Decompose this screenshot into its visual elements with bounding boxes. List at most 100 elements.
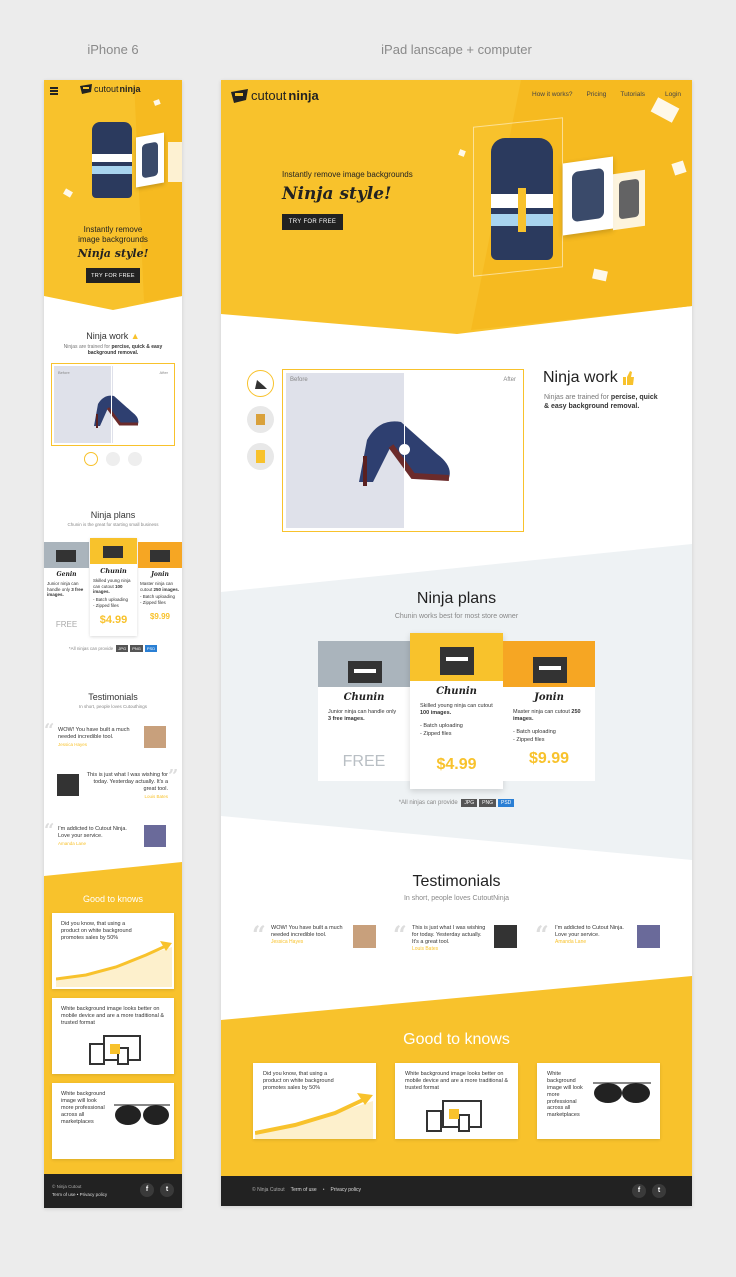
plans-subtitle: Chunin is the great for starting small b… [67,522,159,527]
plan-desc-bold: 3 free images. [328,716,365,722]
knows-text: White background image will look more pr… [61,1091,106,1125]
testimonial-text: I'm addicted to Cutout Ninja. Love your … [555,925,624,938]
knows-card-1: Did you know, that using a product on wh… [52,913,174,989]
testimonial-text: WOW! You have built a much needed incred… [271,925,343,938]
testimonial-author: Amanda Lane [58,841,87,846]
desktop-label: iPad lanscape + computer [381,42,532,57]
format-badge-png: PNG [130,645,143,652]
before-after-viewer[interactable]: Before After [51,363,175,446]
plan-card-chunin[interactable]: Chunin Skilled young ninja can cutout 10… [90,538,137,636]
testimonial-3: I'm addicted to Cutout Ninja. Love your … [555,925,629,946]
format-badge-jpg: JPG [116,645,129,652]
facebook-icon[interactable]: f [140,1183,154,1197]
brand-logo[interactable]: cutout ninja [231,88,319,103]
hero-slogan: Ninja style! [282,184,392,204]
thumb-shoe[interactable] [84,452,98,466]
work-title: Ninja work ▲ [44,331,182,341]
try-free-button[interactable]: TRY FOR FREE [86,268,140,283]
plan-desc-pre: Skilled young ninja can cutout [420,703,493,709]
facebook-icon[interactable]: f [632,1184,646,1198]
backpack-image [491,138,553,260]
terms-link[interactable]: Term of use [291,1187,317,1193]
growth-chart-icon [255,1093,373,1139]
quote-icon: “ [535,920,549,949]
footer-copy: © Ninja Cutout [252,1187,285,1193]
twitter-icon[interactable]: t [160,1183,174,1197]
quote-icon: “ [393,920,407,949]
footer: © Ninja Cutout Term of use • Privacy pol… [44,1174,182,1208]
knows-card-3: White background image will look more pr… [537,1063,660,1139]
plan-card-jonin[interactable]: Jonin Master ninja can cutout 250 images… [138,542,182,657]
formats-label: *All ninjas can provide [68,646,114,651]
thumb-backpack[interactable] [247,443,274,470]
plan-desc-pre: Junior ninja can handle only [328,709,397,715]
testimonial-author: Amanda Lane [555,939,587,945]
knows-title: Good to knows [82,894,144,904]
testimonial-3: I'm addicted to Cutout Ninja. Love your … [58,826,138,847]
before-after-viewer[interactable]: Before After [282,369,524,532]
privacy-link[interactable]: Privacy policy [80,1192,108,1197]
nav-how-it-works[interactable]: How it works? [532,91,572,98]
hero-tagline: Instantly remove image backgrounds [282,170,413,179]
slider-handle[interactable] [111,366,112,443]
brand-name-part1: cutout [94,84,119,94]
plan-card-genin[interactable]: Genin Junior ninja can handle only 3 fre… [44,542,89,657]
avatar [637,925,660,948]
brand-logo[interactable]: cutout ninja [80,84,141,94]
plan-name: Jonin [151,571,169,578]
brand-name-part2: ninja [288,88,319,103]
plan-feature: - Zipped files [513,737,545,743]
nav-pricing[interactable]: Pricing [586,91,606,98]
plan-name: Chunin [343,692,385,703]
testimonial-author: Jessica Hayes [271,939,304,945]
avatar [494,925,517,948]
sunglasses-icon [593,1082,651,1103]
testimonials-subtitle: In short, people loves CutoutNinja [403,895,510,902]
sunglasses-icon [114,1104,170,1125]
plan-card-chunin-free[interactable]: Chunin Junior ninja can handle only 3 fr… [318,641,410,781]
work-title-text: Ninja work [543,369,618,386]
testimonial-1: WOW! You have built a much needed incred… [58,727,138,748]
quote-icon: “ [44,720,55,741]
plan-price: $4.99 [99,613,128,626]
nav-tutorials[interactable]: Tutorials [620,91,645,98]
twitter-icon[interactable]: t [652,1184,666,1198]
thumb-bag[interactable] [247,406,274,433]
testimonial-text: I'm addicted to Cutout Ninja. Love your … [58,826,127,839]
thumb-bag[interactable] [106,452,120,466]
knows-text: White background image looks better on m… [405,1071,509,1091]
plan-card-chunin[interactable]: Chunin Skilled young ninja can cutout 10… [410,633,503,789]
plan-feature: - Zipped files [420,731,452,737]
footer-copy: © Ninja Cutout [52,1184,82,1189]
hero-tagline: Instantly remove image backgrounds [44,225,182,245]
before-label: Before [58,370,70,375]
plans-subtitle: Chunin works best for most store owner [394,613,519,620]
nav-login[interactable]: Login [665,91,681,98]
avatar [144,825,166,847]
shoe-image [94,395,139,428]
plan-name: Jonin [534,692,564,703]
phone-label: iPhone 6 [87,42,139,57]
slider-handle[interactable] [399,444,410,455]
work-desc: Ninjas are trained for percise, quick & … [62,344,164,356]
menu-icon[interactable] [50,87,58,95]
after-label: After [159,370,168,375]
quote-icon: ” [168,766,179,787]
plan-feature: - Batch uploading [93,596,129,602]
footer-sep: • [322,1187,325,1193]
try-free-button[interactable]: TRY FOR FREE [282,214,343,230]
thumb-shoe[interactable] [247,370,274,397]
plan-desc-pre: Skilled young ninja can cutout [93,578,131,589]
format-badge-png: PNG [479,799,496,807]
plan-desc-pre: Master ninja can cutout [513,709,572,715]
plan-price: $9.99 [528,750,570,767]
plan-desc: Junior ninja can handle only 3 free imag… [328,709,400,723]
plan-features: - Batch uploading - Zipped files [513,728,585,744]
thumb-backpack[interactable] [128,452,142,466]
work-thumbnails [84,452,142,466]
plan-card-jonin[interactable]: Jonin Master ninja can cutout 250 images… [503,641,595,781]
plan-feature: - Zipped files [140,600,166,605]
avatar [353,925,376,948]
terms-link[interactable]: Term of use [52,1192,76,1197]
privacy-link[interactable]: Privacy policy [330,1187,361,1193]
